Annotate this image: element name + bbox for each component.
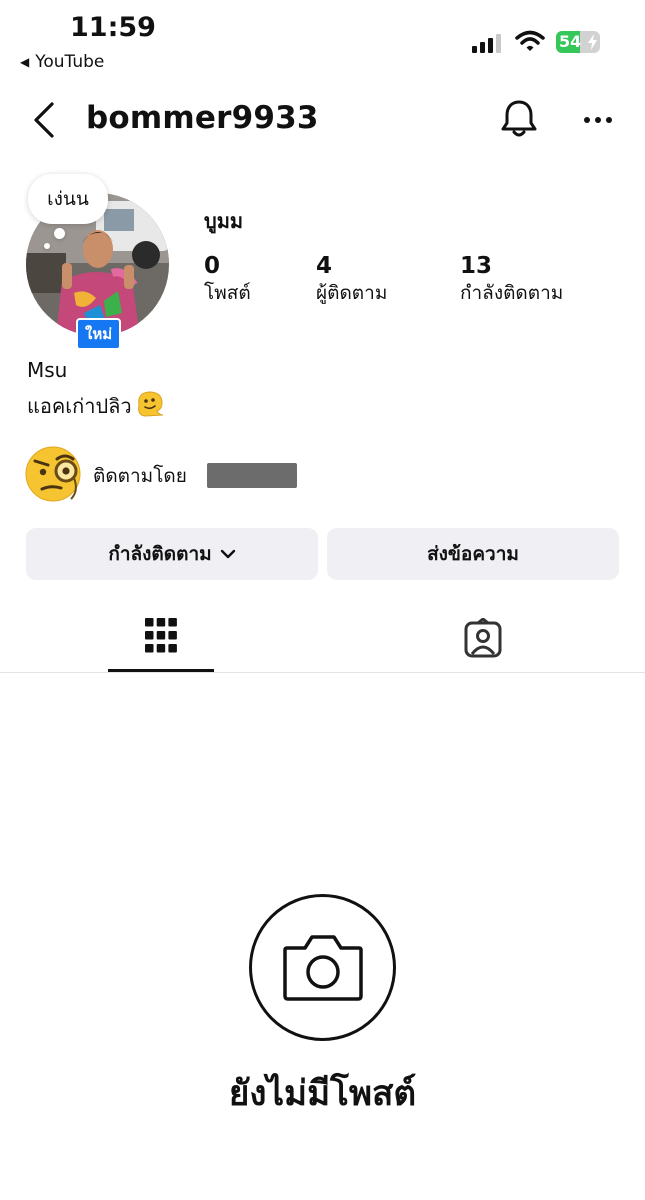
tagged-person-icon [464,618,502,658]
wifi-icon [515,30,545,56]
new-badge: ใหม่ [76,318,122,350]
chevron-down-icon [220,549,235,559]
followers-stat[interactable]: 4 ผู้ติดตาม [316,252,387,306]
status-time: 11:59 [70,12,156,43]
note-bubble-tail [54,228,65,239]
posts-stat[interactable]: 0 โพสต์ [204,252,251,306]
empty-posts-title: ยังไม่มีโพสต์ [228,1074,417,1114]
bio-line-2-text: แอคเก่าปลิว [27,393,132,418]
following-stat[interactable]: 13 กำลังติดตาม [460,252,563,306]
battery-percent: 54 [559,32,582,51]
grid-icon [145,618,177,653]
note-bubble[interactable]: เง่นน [28,174,108,224]
more-options-icon[interactable] [583,110,613,134]
camera-icon [282,934,363,1001]
charging-bolt-icon [588,34,597,50]
followed-by-label[interactable]: ติดตามโดย [93,461,187,491]
message-button-label: ส่งข้อความ [427,543,519,565]
empty-posts-circle [249,894,396,1041]
back-triangle-icon: ◀ [20,55,30,69]
tab-tagged[interactable] [430,605,536,671]
back-chevron-icon[interactable] [32,101,56,143]
note-bubble-tail-small [44,243,50,249]
profile-full-name: บูมม [204,209,244,233]
tab-divider [0,672,645,673]
profile-username: bommer9933 [86,100,319,136]
battery-indicator: 54 [556,31,600,53]
back-to-app-link[interactable]: ◀ YouTube [20,52,104,72]
monocle-face-emoji-icon [23,443,85,509]
following-dropdown-button[interactable]: กำลังติดตาม [26,528,318,580]
cellular-signal-icon [472,34,501,53]
following-count: 13 [460,253,493,279]
followers-count: 4 [316,253,333,279]
melting-face-emoji-icon [135,389,165,422]
bio-line-2: แอคเก่าปลิว [27,389,165,422]
message-button[interactable]: ส่งข้อความ [327,528,619,580]
followers-label: ผู้ติดตาม [316,282,388,304]
posts-label: โพสต์ [204,282,251,304]
back-app-label: YouTube [35,52,105,72]
redacted-follower-name [207,463,297,488]
posts-count: 0 [204,253,221,279]
following-button-label: กำลังติดตาม [108,543,212,565]
notification-bell-icon[interactable] [500,99,538,143]
bio-line-1: Msu [27,358,68,382]
tab-posts-grid[interactable] [108,605,214,673]
following-label: กำลังติดตาม [460,282,564,304]
